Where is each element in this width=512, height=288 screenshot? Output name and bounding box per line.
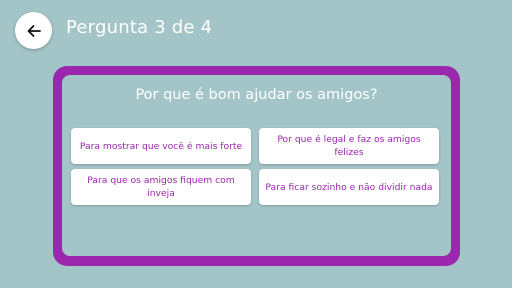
answer-label: Para que os amigos fiquem com inveja xyxy=(87,175,235,199)
answer-option-3[interactable]: Para que os amigos fiquem com inveja xyxy=(71,169,251,205)
answer-label: Por que é legal e faz os amigos felizes xyxy=(277,134,421,158)
answer-option-1[interactable]: Para mostrar que você é mais forte xyxy=(71,128,251,164)
answer-option-2[interactable]: Por que é legal e faz os amigos felizes xyxy=(259,128,439,164)
answer-option-4[interactable]: Para ficar sozinho e não dividir nada xyxy=(259,169,439,205)
answer-label: Para ficar sozinho e não dividir nada xyxy=(265,181,433,193)
quiz-panel: Por que é bom ajudar os amigos? Para mos… xyxy=(62,75,451,256)
question-text: Por que é bom ajudar os amigos? xyxy=(135,87,378,103)
answer-label: Para mostrar que você é mais forte xyxy=(79,140,243,152)
quiz-card: Por que é bom ajudar os amigos? Para mos… xyxy=(53,66,460,266)
arrow-left-icon xyxy=(26,23,42,39)
page-title: Pergunta 3 de 4 xyxy=(66,17,213,38)
back-button[interactable] xyxy=(15,12,52,49)
